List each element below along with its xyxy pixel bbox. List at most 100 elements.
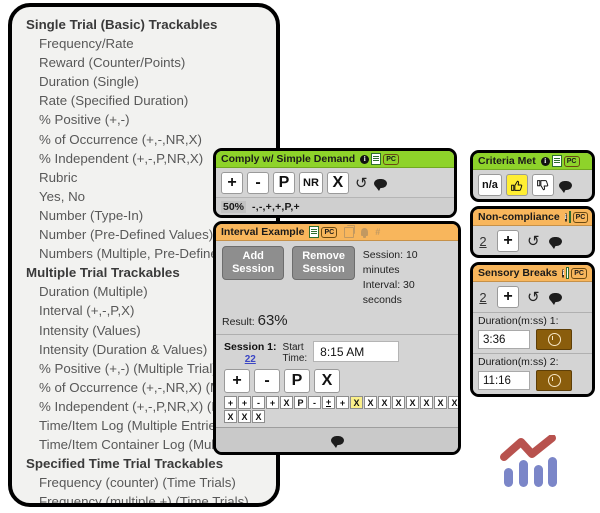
score-button-p[interactable]: P [284, 369, 310, 393]
comment-icon[interactable] [547, 287, 563, 307]
interval-cell[interactable]: X [448, 396, 458, 409]
score-button-minus[interactable]: - [247, 172, 269, 194]
document-icon[interactable] [566, 267, 570, 279]
score-button-plus[interactable]: + [224, 369, 250, 393]
interval-cell[interactable]: X [434, 396, 447, 409]
interval-length-text: Interval: 30 seconds [362, 279, 415, 306]
comment-icon[interactable] [330, 435, 344, 448]
comment-bar[interactable] [216, 427, 458, 452]
pc-icon[interactable]: PC [321, 226, 338, 238]
interval-cell[interactable]: X [224, 410, 237, 423]
list-item[interactable]: Frequency (multiple +) (Time Trials) [26, 492, 276, 503]
interval-trackable-card: Interval Example PC # Add Session Remove… [213, 221, 461, 455]
score-button-x[interactable]: X [314, 369, 340, 393]
hash-icon[interactable]: # [375, 227, 380, 237]
interval-cell[interactable]: X [392, 396, 405, 409]
na-button[interactable]: n/a [478, 174, 502, 196]
result-value: 63% [257, 312, 288, 329]
score-button-row: + - P NR X ↻ [221, 172, 449, 194]
list-item[interactable]: Rate (Specified Duration) [26, 91, 276, 110]
interval-cell[interactable]: + [266, 396, 279, 409]
info-icon[interactable]: i [562, 268, 565, 278]
document-icon[interactable] [568, 211, 571, 223]
document-icon[interactable] [371, 153, 382, 165]
increment-button[interactable]: + [497, 286, 519, 308]
score-button-p[interactable]: P [273, 172, 295, 194]
interval-cell[interactable]: P [294, 396, 307, 409]
interval-cell[interactable]: + [224, 396, 237, 409]
start-time-input[interactable]: 8:15 AM [313, 341, 400, 362]
card-header: Comply w/ Simple Demand i PC [216, 151, 454, 168]
non-compliance-card: Non-compliance i PC 2 + ↻ [470, 206, 595, 258]
remove-session-button[interactable]: Remove Session [292, 246, 355, 280]
interval-score-button-row: + - P X [216, 368, 458, 393]
undo-icon[interactable]: ↻ [525, 231, 541, 251]
card-title: Sensory Breaks [478, 267, 558, 279]
interval-cell[interactable]: X [364, 396, 377, 409]
counter-row: 2 + ↻ [478, 230, 587, 252]
info-icon[interactable]: i [564, 212, 567, 222]
undo-icon[interactable]: ↻ [525, 287, 541, 307]
info-icon[interactable]: i [540, 156, 550, 166]
thumbs-down-icon[interactable] [531, 174, 554, 196]
interval-cell[interactable]: + [336, 396, 349, 409]
comment-icon[interactable] [558, 175, 574, 195]
remove-session-line1: Remove [302, 250, 345, 262]
interval-cell[interactable]: X [406, 396, 419, 409]
pc-icon[interactable]: PC [571, 267, 587, 279]
bell-icon[interactable] [361, 228, 369, 238]
list-item[interactable]: % Positive (+,-) [26, 110, 276, 129]
comment-icon[interactable] [373, 173, 389, 193]
score-button-plus[interactable]: + [221, 172, 243, 194]
list-item[interactable]: Reward (Counter/Points) [26, 53, 276, 72]
score-button-nr[interactable]: NR [299, 172, 323, 194]
interval-cell[interactable]: X [378, 396, 391, 409]
interval-cell[interactable]: X [280, 396, 293, 409]
session-count[interactable]: 22 [224, 354, 277, 366]
sequence-value: -,-,+,+,P,+ [252, 200, 300, 213]
duplicate-icon[interactable] [344, 224, 356, 238]
result-label: Result: [222, 316, 255, 328]
pc-icon[interactable]: PC [563, 155, 580, 167]
session-meta: Session: 10 minutes Interval: 30 seconds [363, 246, 452, 308]
trackables-group: Specified Time Trial Trackables Frequenc… [26, 454, 276, 503]
interval-cell[interactable]: - [252, 396, 265, 409]
add-session-button[interactable]: Add Session [222, 246, 285, 280]
score-button-minus[interactable]: - [254, 369, 280, 393]
count-value[interactable]: 2 [478, 290, 488, 305]
undo-icon[interactable]: ↻ [353, 173, 369, 193]
interval-cell[interactable]: X [420, 396, 433, 409]
interval-cell[interactable]: X [350, 396, 363, 409]
list-item[interactable]: % of Occurrence (+,-,NR,X) [26, 130, 276, 149]
interval-cell[interactable]: X [238, 410, 251, 423]
comment-icon[interactable] [547, 231, 563, 251]
pc-icon[interactable]: PC [383, 153, 399, 165]
card-body: n/a [473, 170, 592, 199]
list-item[interactable]: Frequency (counter) (Time Trials) [26, 473, 276, 492]
interval-cell[interactable]: X [252, 410, 265, 423]
interval-cell[interactable]: + [238, 396, 251, 409]
interval-cell[interactable]: + [322, 396, 335, 409]
timer-icon[interactable] [536, 370, 572, 391]
list-item[interactable]: Frequency/Rate [26, 34, 276, 53]
duration-row: 11:16 [478, 370, 587, 391]
duration-input[interactable]: 11:16 [478, 371, 530, 390]
duration-input[interactable]: 3:36 [478, 330, 530, 349]
document-icon[interactable] [551, 155, 562, 167]
comply-trackable-card: Comply w/ Simple Demand i PC + - P NR X … [213, 148, 457, 218]
interval-cell[interactable]: - [308, 396, 321, 409]
counter-row: 2 + ↻ [478, 286, 587, 308]
criteria-button-row: n/a [478, 174, 587, 196]
percent-value: 50% [221, 200, 247, 213]
info-icon[interactable]: i [360, 154, 370, 164]
document-icon[interactable] [309, 226, 320, 238]
score-button-x[interactable]: X [326, 172, 349, 194]
interval-cell-grid: + + - + X P - + + X X X X X X X X X X X [216, 393, 458, 427]
list-item[interactable]: Duration (Single) [26, 72, 276, 91]
thumbs-up-icon[interactable] [505, 174, 528, 196]
remove-session-line2: Session [302, 263, 345, 275]
timer-icon[interactable] [536, 329, 572, 350]
increment-button[interactable]: + [497, 230, 519, 252]
count-value[interactable]: 2 [478, 234, 488, 249]
pc-icon[interactable]: PC [572, 211, 589, 223]
